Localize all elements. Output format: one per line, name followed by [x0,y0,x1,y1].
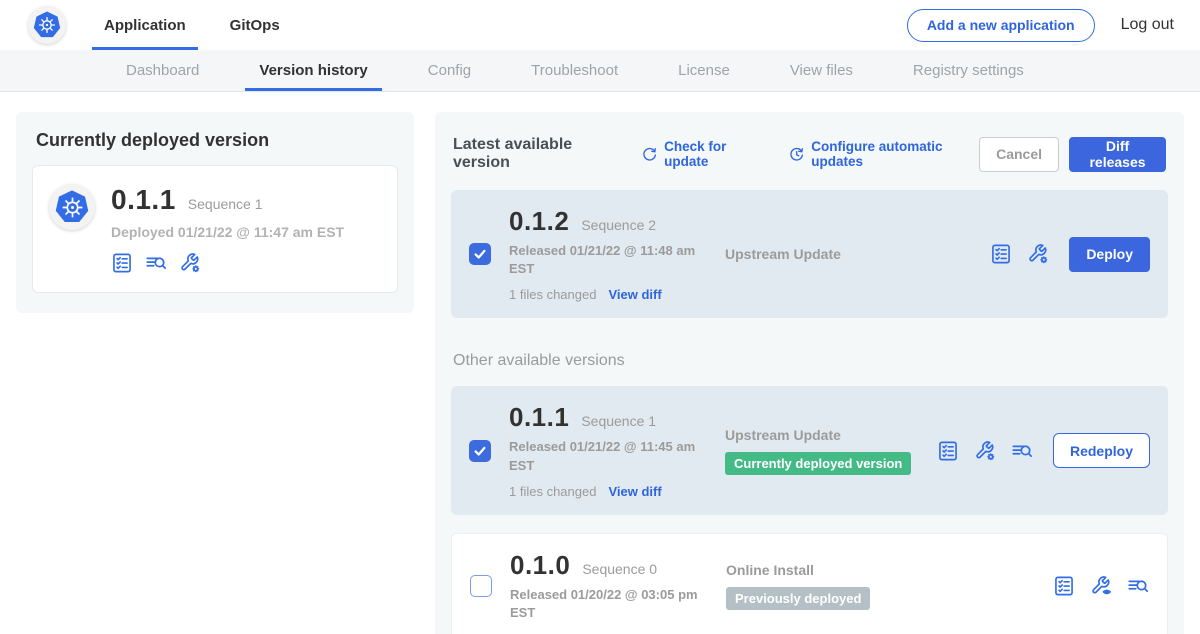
tab-view-files[interactable]: View files [790,50,853,91]
status-badge: Currently deployed version [725,452,911,475]
files-changed-line: 1 files changed View diff [509,484,721,499]
tab-dashboard[interactable]: Dashboard [126,50,199,91]
version-number: 0.1.0 [510,550,570,581]
tab-application[interactable]: Application [104,0,186,50]
deployed-version-card: 0.1.1 Sequence 1 Deployed 01/21/22 @ 11:… [32,165,398,293]
check-for-update-link[interactable]: Check for update [642,139,763,169]
cancel-button[interactable]: Cancel [979,137,1059,172]
app-icon [49,184,95,230]
version-icon-row [937,440,1033,462]
check-icon [473,247,487,261]
logout-link[interactable]: Log out [1121,16,1174,34]
version-row-0.1.2: 0.1.2 Sequence 2 Released 01/21/22 @ 11:… [451,190,1168,318]
edit-config-icon[interactable] [1027,243,1049,265]
configure-automatic-updates-link[interactable]: Configure automatic updates [789,139,979,169]
tab-license[interactable]: License [678,50,730,91]
redeploy-button[interactable]: Redeploy [1053,433,1150,468]
files-changed-count: 1 files changed [509,287,596,302]
version-history-panel: Latest available version Check for updat… [435,112,1184,634]
latest-version-row-slot: 0.1.2 Sequence 2 Released 01/21/22 @ 11:… [451,190,1168,318]
deploy-logs-icon[interactable] [1127,575,1149,597]
view-config-icon[interactable] [1090,575,1112,597]
tab-registry-settings[interactable]: Registry settings [913,50,1024,91]
main-content: Currently deployed version 0.1.1 [0,92,1200,634]
version-source: Upstream Update [725,427,937,443]
version-source: Upstream Update [725,246,990,262]
latest-available-title: Latest available version [453,136,616,172]
files-changed-count: 1 files changed [509,484,596,499]
version-number: 0.1.1 [509,402,569,433]
ship-wheel-icon [60,195,85,220]
tab-config[interactable]: Config [428,50,471,91]
status-badge: Previously deployed [726,587,870,610]
version-icon-row [990,243,1049,265]
version-source: Online Install [726,562,1053,578]
preflight-checklist-icon[interactable] [990,243,1012,265]
version-sequence: Sequence 0 [582,561,657,577]
version-sequence: Sequence 2 [581,217,656,233]
tab-version-history[interactable]: Version history [259,50,367,91]
version-checkbox[interactable] [470,575,492,597]
version-checkbox[interactable] [469,440,491,462]
preflight-checklist-icon[interactable] [111,252,133,274]
view-diff-link[interactable]: View diff [608,484,661,499]
deploy-button[interactable]: Deploy [1069,237,1150,272]
top-nav: Application GitOps Add a new application… [0,0,1200,50]
preflight-checklist-icon[interactable] [1053,575,1075,597]
edit-config-icon[interactable] [974,440,996,462]
version-actions [1053,575,1149,597]
files-changed-line: 1 files changed View diff [509,287,721,302]
check-for-update-label: Check for update [664,139,763,169]
diff-releases-button[interactable]: Diff releases [1069,137,1166,172]
other-available-versions-title: Other available versions [453,352,1166,370]
topnav-tabs: Application GitOps [104,0,280,50]
deployed-icon-row [111,252,344,274]
kubernetes-logo [28,6,66,44]
version-row-0.1.1: 0.1.1 Sequence 1 Released 01/21/22 @ 11:… [451,386,1168,514]
released-timestamp: Released 01/21/22 @ 11:48 am EST [509,242,699,278]
version-row-0.1.0: 0.1.0 Sequence 0 Released 01/20/22 @ 03:… [451,533,1168,634]
version-number: 0.1.2 [509,206,569,237]
latest-available-header: Latest available version Check for updat… [453,136,1166,172]
deployed-timestamp: Deployed 01/21/22 @ 11:47 am EST [111,224,344,240]
version-checkbox[interactable] [469,243,491,265]
app-sub-nav: Dashboard Version history Config Trouble… [0,50,1200,92]
edit-config-icon[interactable] [179,252,201,274]
view-diff-link[interactable]: View diff [608,287,661,302]
tab-troubleshoot[interactable]: Troubleshoot [531,50,618,91]
currently-deployed-panel: Currently deployed version 0.1.1 [16,112,414,313]
version-actions: Deploy [990,237,1150,272]
app-icon-heptagon [54,189,91,226]
ship-wheel-icon [37,15,57,35]
kubernetes-logo-heptagon [32,10,62,40]
version-actions: Redeploy [937,433,1150,468]
other-versions-list: 0.1.1 Sequence 1 Released 01/21/22 @ 11:… [451,386,1168,634]
add-new-application-button[interactable]: Add a new application [907,9,1095,42]
deployed-version-number: 0.1.1 [111,184,176,216]
scheduled-update-icon [789,146,804,163]
deploy-logs-icon[interactable] [145,252,167,274]
configure-automatic-updates-label: Configure automatic updates [811,139,979,169]
released-timestamp: Released 01/20/22 @ 03:05 pm EST [510,586,700,622]
preflight-checklist-icon[interactable] [937,440,959,462]
version-icon-row [1053,575,1149,597]
tab-gitops[interactable]: GitOps [230,0,280,50]
currently-deployed-title: Currently deployed version [32,130,398,151]
deploy-logs-icon[interactable] [1011,440,1033,462]
refresh-icon [642,146,657,163]
released-timestamp: Released 01/21/22 @ 11:45 am EST [509,438,699,474]
version-sequence: Sequence 1 [581,413,656,429]
deployed-sequence: Sequence 1 [188,196,263,212]
check-icon [473,444,487,458]
